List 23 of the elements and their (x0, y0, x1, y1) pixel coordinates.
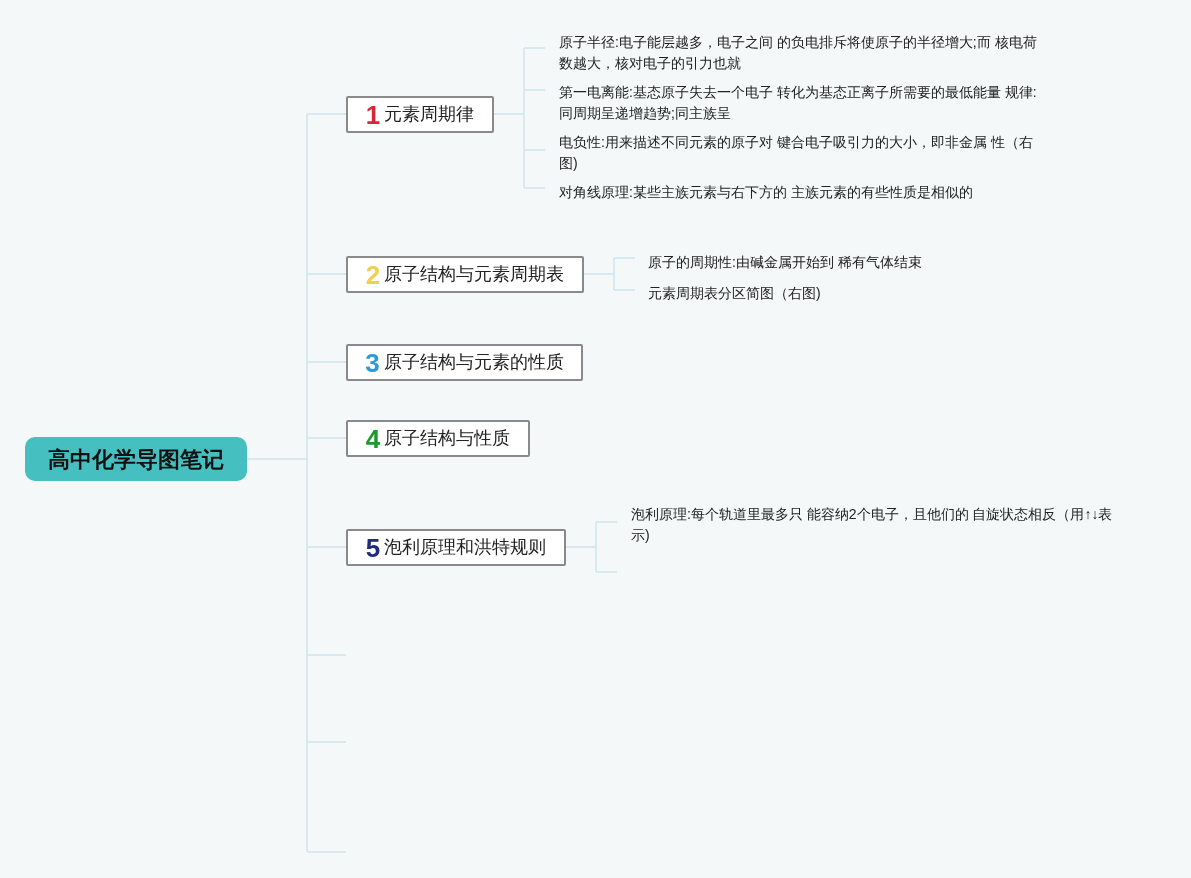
central-topic[interactable]: 高中化学导图笔记 (25, 437, 247, 481)
topic-node[interactable]: 5 泡利原理和洪特规则 (346, 529, 566, 566)
topic-number: 2 (365, 261, 381, 288)
subtopic-text[interactable]: 对角线原理:某些主族元素与右下方的 主族元素的有些性质是相似的 (559, 182, 1048, 203)
topic-node[interactable]: 1 元素周期律 (346, 96, 494, 133)
subtopic-text[interactable]: 元素周期表分区简图（右图) (648, 283, 948, 304)
subtopic-text[interactable]: 泡利原理:每个轨道里最多只 能容纳2个电子，且他们的 自旋状态相反（用↑↓表示) (631, 504, 1117, 546)
subtopic-text[interactable]: 第一电离能:基态原子失去一个电子 转化为基态正离子所需要的最低能量 规律:同周期呈递增趋势;同主族呈 (559, 82, 1048, 124)
subtopic-text[interactable]: 原子半径:电子能层越多，电子之间 的负电排斥将使原子的半径增大;而 核电荷数越大，核对电子的引力也就 (559, 32, 1048, 74)
topic-number: 1 (365, 101, 381, 128)
topic-node[interactable]: 2 原子结构与元素周期表 (346, 256, 584, 293)
topic-label: 原子结构与性质 (384, 427, 511, 450)
topic-label: 原子结构与元素周期表 (384, 263, 565, 286)
topic-label: 原子结构与元素的性质 (383, 351, 564, 374)
subtopic-text[interactable]: 原子的周期性:由碱金属开始到 稀有气体结束 (648, 252, 948, 273)
topic-node[interactable]: 4 原子结构与性质 (346, 420, 530, 457)
subtopic-text[interactable]: 电负性:用来描述不同元素的原子对 键合电子吸引力的大小，即非金属 性（右图) (559, 132, 1048, 174)
topic-number: 3 (365, 349, 380, 376)
topic-label: 元素周期律 (384, 103, 475, 126)
topic-number: 4 (365, 425, 381, 452)
topic-label: 泡利原理和洪特规则 (384, 536, 547, 559)
topic-node[interactable]: 3 原子结构与元素的性质 (346, 344, 583, 381)
topic-number: 5 (365, 534, 381, 561)
